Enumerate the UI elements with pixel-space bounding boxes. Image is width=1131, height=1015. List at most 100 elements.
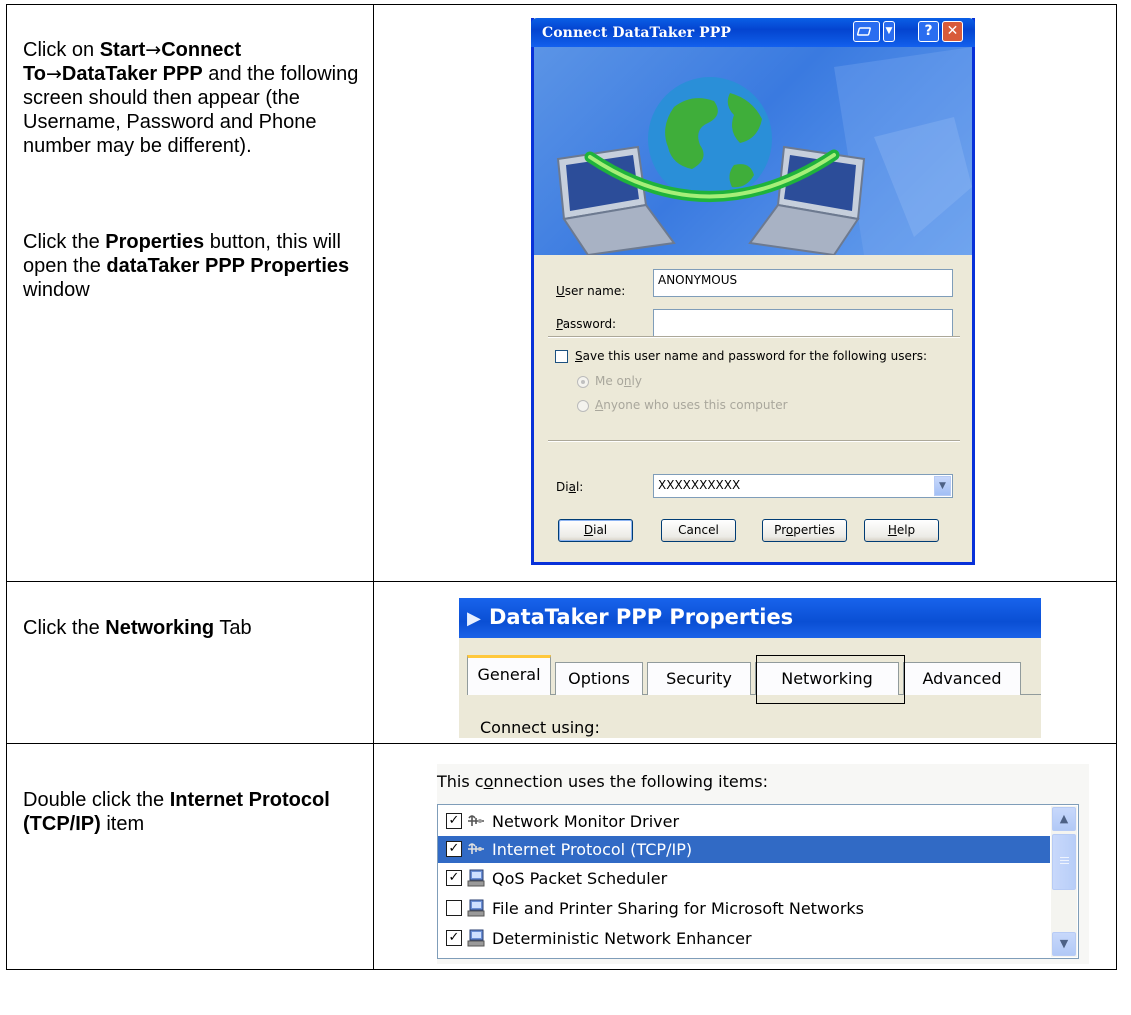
- step-1-text-cell: Click on Start→Connect To→DataTaker PPP …: [6, 4, 374, 582]
- close-icon[interactable]: ✕: [942, 21, 963, 42]
- item-label: File and Printer Sharing for Microsoft N…: [492, 899, 864, 918]
- step-3-paragraph: Double click the Internet Protocol (TCP/…: [7, 788, 373, 836]
- accel-letter: A: [595, 398, 604, 412]
- button-label: perties: [793, 523, 835, 537]
- list-item[interactable]: ✓ QoS Packet Scheduler: [438, 865, 1050, 892]
- step-1-image-cell: Connect DataTaker PPP ▼ ? ✕ User name: A…: [373, 4, 1117, 582]
- list-item[interactable]: ✓ Deterministic Network Enhancer: [438, 925, 1050, 952]
- connect-using-label: Connect using:: [480, 718, 600, 737]
- properties-title: DataTaker PPP Properties: [489, 605, 794, 629]
- list-item[interactable]: ✓ Internet Protocol (TCP/IP): [438, 836, 1050, 863]
- separator: [548, 336, 960, 338]
- item-checkbox[interactable]: ✓: [446, 870, 462, 886]
- username-label: User name:: [556, 284, 625, 298]
- label-text: This c: [437, 772, 484, 791]
- step-3-image-cell: This connection uses the following items…: [373, 743, 1117, 970]
- step-text-segment: Double click the: [23, 789, 170, 811]
- network-protocol-icon: [468, 815, 484, 826]
- scroll-up-icon[interactable]: ▲: [1052, 807, 1076, 831]
- list-scrollbar[interactable]: ▲ ▼: [1051, 806, 1077, 957]
- tab-security[interactable]: Security: [647, 662, 751, 695]
- item-checkbox[interactable]: [446, 900, 462, 916]
- step-1-paragraph-2: Click the Properties button, this will o…: [7, 230, 373, 302]
- list-item[interactable]: ✓ Network Monitor Driver: [438, 808, 1050, 835]
- save-credentials-checkbox[interactable]: [555, 350, 568, 363]
- connection-menu-icon[interactable]: [853, 21, 880, 42]
- accel-letter: H: [887, 523, 897, 537]
- step-row-2: Click the Networking Tab ▶ DataTaker PPP…: [6, 581, 1117, 744]
- networking-tab-highlight: [756, 655, 905, 704]
- label-text: Me o: [595, 374, 624, 388]
- connection-items-list[interactable]: ✓ Network Monitor Driver ✓ Internet Prot…: [437, 804, 1079, 959]
- step-1-paragraph-1: Click on Start→Connect To→DataTaker PPP …: [7, 38, 373, 158]
- chevron-down-icon[interactable]: ▼: [934, 476, 951, 496]
- step-3-text-cell: Double click the Internet Protocol (TCP/…: [6, 743, 374, 970]
- properties-titlebar: ▶ DataTaker PPP Properties: [459, 598, 1041, 638]
- item-checkbox[interactable]: ✓: [446, 813, 462, 829]
- label-text: ly: [631, 374, 642, 388]
- grip-line: [1060, 860, 1069, 861]
- step-text-segment: Click the: [23, 231, 106, 253]
- help-button[interactable]: Help: [864, 519, 939, 542]
- chevron-down-icon[interactable]: ▼: [883, 21, 895, 42]
- accel-letter: a: [568, 480, 576, 494]
- properties-window-snippet: ▶ DataTaker PPP Properties General Optio…: [459, 598, 1041, 738]
- item-checkbox[interactable]: ✓: [446, 841, 462, 857]
- step-text-segment: Click on: [23, 39, 100, 61]
- grip-line: [1060, 863, 1069, 864]
- save-credentials-label: Save this user name and password for the…: [575, 349, 927, 363]
- step-text-segment: DataTaker PPP: [61, 63, 203, 85]
- step-2-image-cell: ▶ DataTaker PPP Properties General Optio…: [373, 581, 1117, 744]
- tab-options[interactable]: Options: [555, 662, 643, 695]
- item-checkbox[interactable]: ✓: [446, 930, 462, 946]
- step-row-1: Click on Start→Connect To→DataTaker PPP …: [6, 4, 1117, 582]
- network-service-icon: [467, 869, 485, 887]
- radio-anyone[interactable]: [577, 400, 589, 412]
- step-text-segment: Click the: [23, 617, 106, 639]
- label-text: ser name:: [564, 284, 626, 298]
- tab-general[interactable]: General: [467, 655, 551, 695]
- tab-advanced[interactable]: Advanced: [903, 662, 1021, 695]
- label-text: nnection uses the following items:: [493, 772, 769, 791]
- password-label: Password:: [556, 317, 616, 331]
- step-text-segment: item: [100, 813, 145, 835]
- network-service-icon: [467, 929, 485, 947]
- label-text: nyone who uses this computer: [603, 398, 788, 412]
- password-field[interactable]: [653, 309, 953, 337]
- globe-laptops-illustration: [556, 47, 972, 255]
- step-text-segment: Tab: [214, 617, 252, 639]
- dial-number-select[interactable]: XXXXXXXXXX ▼: [653, 474, 953, 498]
- radio-me-only-label: Me only: [595, 374, 642, 388]
- label-text: l:: [575, 480, 584, 494]
- properties-button[interactable]: Properties: [762, 519, 847, 542]
- radio-me-only[interactable]: [577, 376, 589, 388]
- list-item[interactable]: File and Printer Sharing for Microsoft N…: [438, 895, 1050, 922]
- instructions-table: Click on Start→Connect To→DataTaker PPP …: [6, 4, 1117, 970]
- dial-button[interactable]: Dial: [558, 519, 633, 542]
- scroll-down-icon[interactable]: ▼: [1052, 932, 1076, 956]
- step-text-segment: Networking: [105, 617, 215, 639]
- button-label: elp: [896, 523, 916, 537]
- network-protocol-icon: [468, 843, 484, 854]
- connect-dialog: Connect DataTaker PPP ▼ ? ✕ User name: A…: [531, 18, 975, 565]
- dialog-titlebar: Connect DataTaker PPP ▼ ? ✕: [531, 18, 975, 47]
- username-field[interactable]: ANONYMOUS: [653, 269, 953, 297]
- help-titlebar-button[interactable]: ?: [918, 21, 939, 42]
- item-label: Internet Protocol (TCP/IP): [492, 840, 693, 859]
- accel-letter: D: [583, 523, 594, 537]
- items-heading: This connection uses the following items…: [437, 772, 768, 791]
- accel-letter: S: [575, 349, 583, 363]
- dial-number-value: XXXXXXXXXX: [658, 478, 741, 492]
- connection-icon: ▶: [467, 608, 481, 629]
- step-text-segment: window: [23, 279, 90, 301]
- arrow-right-icon: →: [45, 63, 62, 85]
- network-service-icon: [467, 899, 485, 917]
- button-label: Pr: [774, 523, 786, 537]
- step-2-text-cell: Click the Networking Tab: [6, 581, 374, 744]
- step-row-3: Double click the Internet Protocol (TCP/…: [6, 743, 1117, 970]
- dialog-title: Connect DataTaker PPP: [542, 25, 732, 41]
- item-label: QoS Packet Scheduler: [492, 869, 668, 888]
- separator: [548, 440, 960, 442]
- scroll-thumb[interactable]: [1052, 834, 1076, 890]
- cancel-button[interactable]: Cancel: [661, 519, 736, 542]
